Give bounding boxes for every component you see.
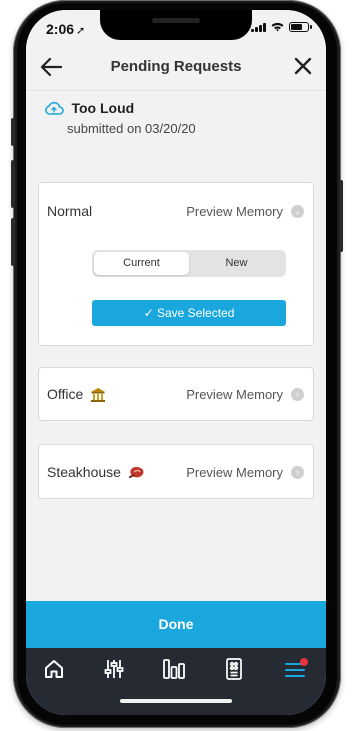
phone-power-button (339, 180, 343, 252)
notch-speaker (152, 18, 200, 23)
screen: 2:06 ➚ Pending Requests Too Loud submitt… (26, 10, 326, 715)
done-button[interactable]: Done (26, 601, 326, 648)
notch (100, 10, 252, 40)
segmented-control: Current New (92, 250, 286, 277)
save-selected-button[interactable]: ✓ Save Selected (92, 300, 286, 326)
tab-home[interactable] (42, 657, 66, 681)
request-header: Too Loud submitted on 03/20/20 (44, 99, 196, 136)
page-title: Pending Requests (110, 58, 242, 75)
phone-volume-up-button (11, 160, 15, 208)
close-button[interactable] (288, 51, 318, 81)
memory-card-office[interactable]: Office Preview Memory › (38, 367, 314, 421)
battery-tip (310, 25, 312, 29)
preview-memory-link[interactable]: Preview Memory (186, 204, 283, 219)
wifi-icon (271, 22, 284, 32)
signal-icon (251, 22, 266, 32)
request-title: Too Loud (71, 99, 135, 116)
memory-name-row: Office (47, 386, 106, 403)
memory-name: Office (47, 386, 84, 402)
preview-memory-link[interactable]: Preview Memory (186, 387, 283, 402)
bar-chart-icon (163, 659, 185, 679)
steak-icon (128, 467, 144, 479)
tab-menu[interactable] (284, 657, 308, 681)
cloud-icon (45, 101, 64, 115)
battery-icon (289, 22, 309, 32)
home-indicator (120, 699, 232, 703)
status-icons (251, 22, 312, 32)
sliders-icon (104, 660, 124, 678)
notification-badge (300, 658, 308, 666)
memory-name-row: Steakhouse (47, 464, 146, 481)
nav-bar: Pending Requests (26, 44, 326, 91)
menu-icon (285, 658, 308, 677)
segment-new[interactable]: New (189, 252, 284, 275)
bank-icon (91, 388, 106, 403)
tab-adjust[interactable] (102, 657, 126, 681)
segment-current[interactable]: Current (94, 252, 189, 275)
status-time-text: 2:06 (46, 21, 75, 37)
phone-mute-switch (11, 118, 15, 146)
chevron-down-icon[interactable]: ⌄ (291, 205, 304, 218)
tab-remote[interactable] (222, 657, 246, 681)
request-submitted-date: submitted on 03/20/20 (67, 121, 196, 136)
phone-volume-down-button (11, 218, 15, 266)
content-area: Too Loud submitted on 03/20/20 Normal Pr… (26, 91, 326, 601)
tab-stats[interactable] (162, 657, 186, 681)
close-icon (294, 57, 312, 75)
home-icon (45, 660, 63, 678)
remote-icon (226, 658, 242, 680)
tab-bar (26, 648, 326, 715)
location-arrow-icon: ➚ (76, 25, 86, 37)
memory-card-normal: Normal Preview Memory ⌄ Current New ✓ Sa… (38, 182, 314, 346)
chevron-right-icon[interactable]: › (291, 466, 304, 479)
memory-card-steakhouse[interactable]: Steakhouse Preview Memory › (38, 444, 314, 499)
memory-name: Steakhouse (47, 464, 121, 480)
chevron-right-icon[interactable]: › (291, 388, 304, 401)
preview-memory-link[interactable]: Preview Memory (186, 465, 283, 480)
memory-name: Normal (47, 203, 93, 219)
status-time: 2:06 ➚ (46, 21, 85, 37)
